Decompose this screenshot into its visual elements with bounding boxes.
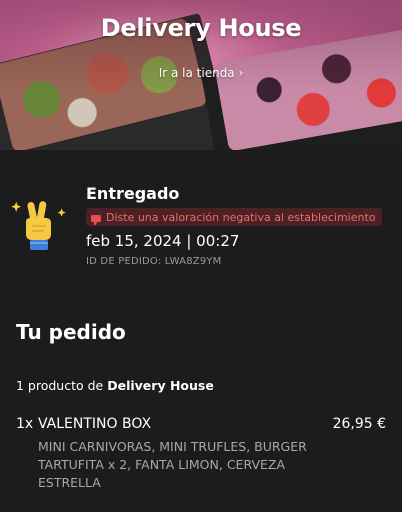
negative-rating-badge: Diste una valoración negativa al estable… (86, 208, 382, 226)
item-description: MINI CARNIVORAS, MINI TRUFLES, BURGER TA… (38, 439, 307, 490)
item-quantity: 1x (16, 416, 34, 432)
product-count-prefix: 1 producto de (16, 378, 108, 393)
order-id: ID DE PEDIDO: LWA8Z9YM (86, 256, 222, 267)
product-count-store: Delivery House (107, 378, 214, 393)
go-to-store-link[interactable]: Ir a la tienda › (0, 66, 402, 80)
your-order-title: Tu pedido (16, 320, 126, 344)
order-datetime: feb 15, 2024 | 00:27 (86, 232, 240, 250)
victory-hand-icon (10, 196, 72, 258)
item-name: VALENTINO BOX (38, 416, 152, 432)
item-price: 26,95 € (332, 416, 386, 432)
order-detail-screen: Delivery House Ir a la tienda › Entregad… (0, 0, 402, 512)
order-status: Entregado (86, 184, 180, 203)
order-item-row: 1x VALENTINO BOX 26,95 € (16, 416, 386, 436)
store-name: Delivery House (100, 14, 302, 42)
product-count: 1 producto de Delivery House (16, 378, 214, 393)
rating-badge-label: Diste una valoración negativa al estable… (106, 210, 376, 224)
store-hero-image: Delivery House Ir a la tienda › (0, 0, 402, 150)
order-card: Entregado Diste una valoración negativa … (0, 150, 402, 512)
thumbs-down-icon (90, 211, 102, 225)
